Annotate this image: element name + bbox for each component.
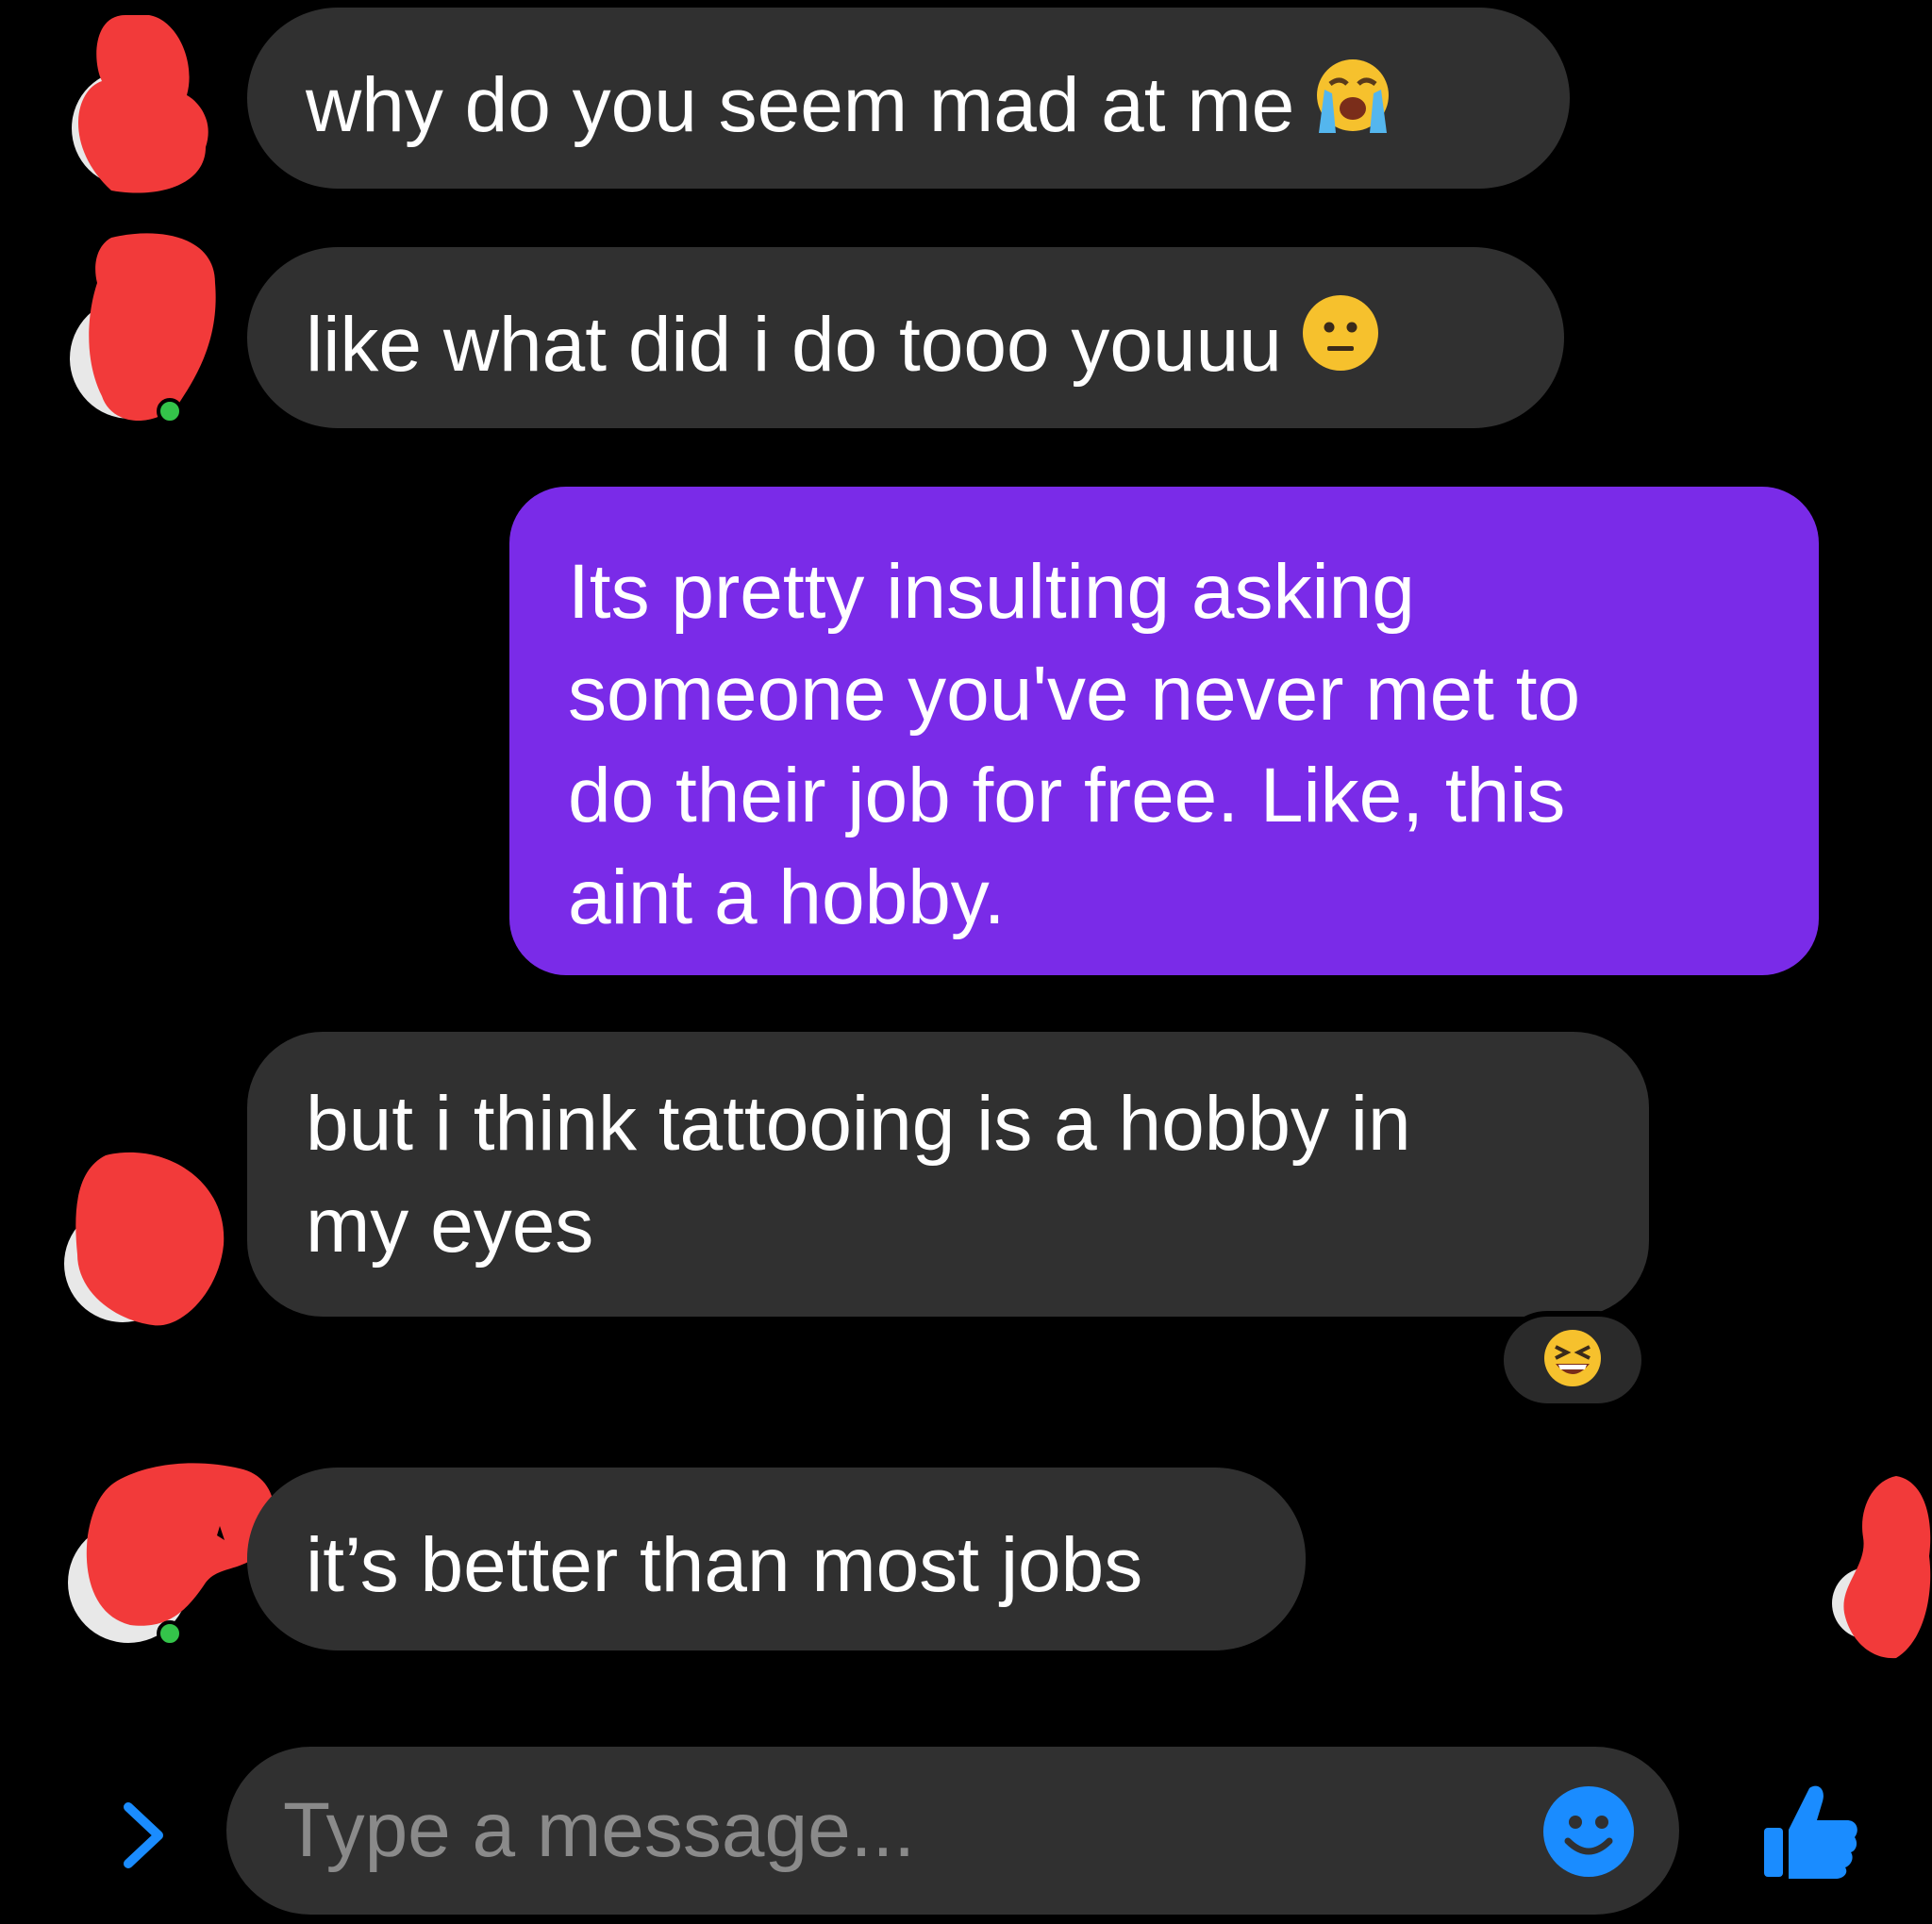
message-line: Its pretty insulting asking — [568, 549, 1415, 635]
message-text: like what did i do tooo youuu — [306, 302, 1282, 388]
emoji-button[interactable] — [1541, 1784, 1636, 1879]
message-line: but i think tattooing is a hobby in — [306, 1081, 1411, 1167]
avatar-redacted-3[interactable] — [49, 1141, 228, 1330]
message-reaction[interactable] — [1498, 1311, 1647, 1409]
message-line: someone you've never met to — [568, 651, 1581, 737]
message-line: my eyes — [306, 1183, 594, 1269]
expand-actions-button[interactable] — [111, 1790, 177, 1881]
message-text: it’s better than most jobs — [306, 1522, 1143, 1608]
smiley-icon — [1541, 1786, 1636, 1883]
message-composer — [226, 1747, 1679, 1915]
loudly-crying-face-emoji — [1311, 52, 1394, 160]
message-input[interactable] — [283, 1781, 1509, 1881]
seen-avatar-redacted — [1830, 1471, 1932, 1660]
message-bubble-incoming[interactable]: but i think tattooing is a hobby in my e… — [247, 1032, 1649, 1317]
send-like-button[interactable] — [1760, 1781, 1858, 1883]
neutral-face-emoji — [1299, 291, 1382, 400]
avatar-redacted-2[interactable] — [55, 226, 225, 430]
message-bubble-incoming[interactable]: why do you seem mad at me — [247, 8, 1570, 189]
thumbs-up-icon — [1760, 1785, 1858, 1886]
message-line: aint a hobby. — [568, 854, 1006, 940]
grinning-squinting-face-emoji — [1542, 1328, 1603, 1393]
message-bubble-incoming[interactable]: like what did i do tooo youuu — [247, 247, 1564, 428]
message-bubble-incoming[interactable]: it’s better than most jobs — [247, 1468, 1306, 1650]
message-bubble-outgoing[interactable]: Its pretty insulting asking someone you'… — [509, 487, 1819, 975]
message-text: why do you seem mad at me — [306, 62, 1295, 148]
message-line: do their job for free. Like, this — [568, 753, 1566, 838]
avatar-redacted-1[interactable] — [55, 6, 215, 194]
chevron-right-icon — [111, 1802, 177, 1884]
